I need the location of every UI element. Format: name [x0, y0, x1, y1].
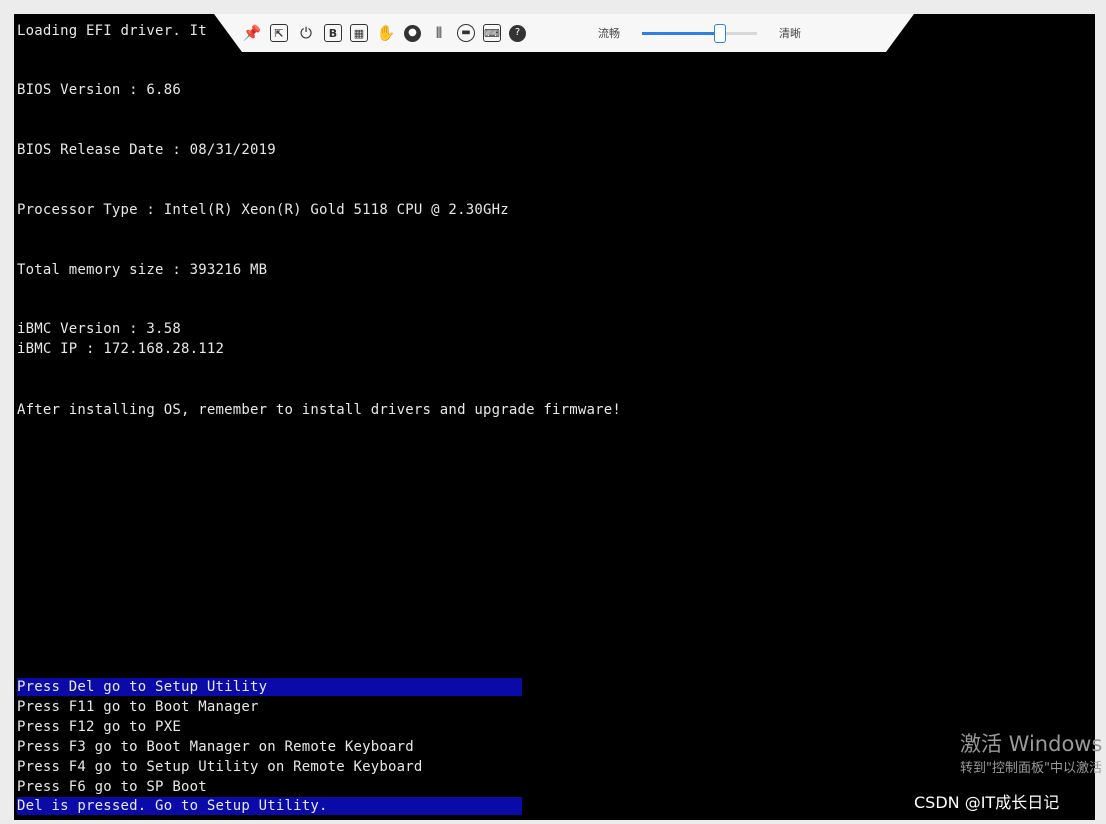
activation-watermark: 激活 Windows 转到"控制面板"中以激活: [960, 731, 1102, 778]
quality-slider[interactable]: [642, 23, 757, 43]
ibmc-ip-line: iBMC IP : 172.168.28.112: [17, 341, 225, 357]
hotkey-f3-line: Press F3 go to Boot Manager on Remote Ke…: [17, 739, 414, 755]
loading-line: Loading EFI driver. It: [17, 23, 207, 39]
bios-release-date-line: BIOS Release Date : 08/31/2019: [17, 142, 276, 158]
kvm-toolbar: 📌 ⇱ ⏻ B ▦ ✋ ● ⫴ ▬ ⌨ ? 流畅 清晰: [214, 14, 914, 52]
hotkey-f4-line: Press F4 go to Setup Utility on Remote K…: [17, 759, 423, 775]
fit-screen-icon[interactable]: ⇱: [270, 24, 288, 42]
disc-icon[interactable]: ●: [404, 24, 421, 42]
pin-icon[interactable]: 📌: [242, 23, 262, 43]
watermark-title: 激活 Windows: [960, 732, 1103, 756]
grid-icon[interactable]: ▦: [350, 24, 368, 42]
quality-control: 流畅 清晰: [598, 23, 801, 43]
hotkey-f12-line: Press F12 go to PXE: [17, 719, 181, 735]
hotkey-f6-line: Press F6 go to SP Boot: [17, 779, 207, 795]
memory-line: Total memory size : 393216 MB: [17, 262, 268, 278]
status-line: Del is pressed. Go to Setup Utility.: [17, 797, 522, 815]
kvm-console-screen[interactable]: Loading EFI driver. It BIOS Version : 6.…: [14, 14, 1095, 820]
quality-smooth-label: 流畅: [598, 27, 620, 40]
device-icon[interactable]: ⫴: [429, 23, 449, 43]
power-icon[interactable]: ⏻: [296, 23, 316, 43]
processor-line: Processor Type : Intel(R) Xeon(R) Gold 5…: [17, 202, 509, 218]
keyboard-icon[interactable]: ⌨: [483, 24, 501, 42]
install-notice-line: After installing OS, remember to install…: [17, 402, 622, 418]
mouse-icon[interactable]: ✋: [376, 23, 396, 43]
watermark-subtitle: 转到"控制面板"中以激活: [960, 761, 1102, 776]
help-icon[interactable]: ?: [509, 24, 526, 42]
csdn-credit: CSDN @IT成长日记: [914, 793, 1060, 812]
ibmc-version-line: iBMC Version : 3.58: [17, 321, 181, 337]
hotkey-del-line: Press Del go to Setup Utility: [17, 678, 522, 696]
hotkey-f11-line: Press F11 go to Boot Manager: [17, 699, 259, 715]
quality-clear-label: 清晰: [779, 27, 801, 40]
toolbar-icons: 📌 ⇱ ⏻ B ▦ ✋ ● ⫴ ▬ ⌨ ?: [242, 23, 526, 43]
bios-version-line: BIOS Version : 6.86: [17, 82, 181, 98]
record-icon[interactable]: ▬: [457, 24, 475, 42]
b-icon[interactable]: B: [324, 24, 342, 42]
quality-slider-thumb[interactable]: [714, 23, 727, 43]
quality-slider-fill: [642, 31, 721, 35]
